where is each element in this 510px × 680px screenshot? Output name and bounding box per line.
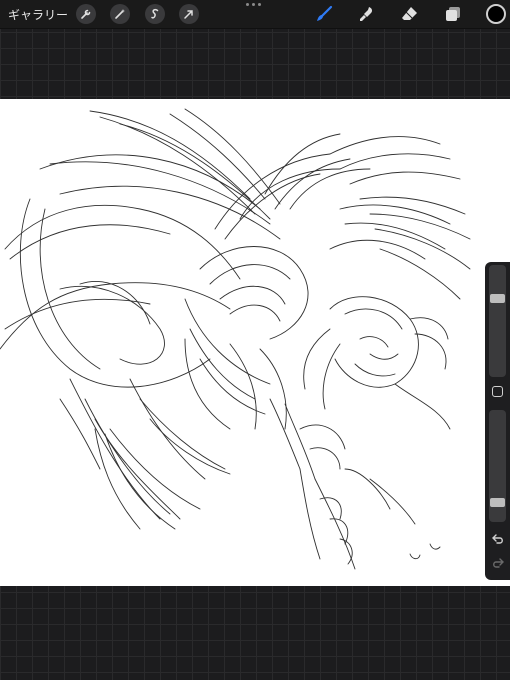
redo-icon[interactable]: [491, 556, 505, 570]
sketch-drawing: [0, 108, 471, 570]
brush-size-slider[interactable]: [489, 265, 506, 377]
wrench-icon[interactable]: [76, 4, 96, 24]
color-picker-swatch[interactable]: [486, 4, 506, 24]
top-toolbar: ギャラリー: [0, 0, 510, 29]
drawing-canvas[interactable]: [0, 99, 510, 586]
eraser-icon[interactable]: [399, 3, 421, 25]
toolbar-handle[interactable]: [246, 3, 261, 6]
brush-icon[interactable]: [313, 3, 335, 25]
brush-sidebar: [485, 262, 510, 580]
modify-button[interactable]: [492, 386, 503, 397]
brush-size-slider-thumb[interactable]: [490, 293, 505, 303]
smudge-icon[interactable]: [356, 3, 378, 25]
gallery-button[interactable]: ギャラリー: [8, 6, 68, 23]
layers-icon[interactable]: [442, 3, 464, 25]
transform-arrow-icon[interactable]: [179, 4, 199, 24]
magic-wand-icon[interactable]: [110, 4, 130, 24]
selection-icon[interactable]: [145, 4, 165, 24]
undo-icon[interactable]: [491, 532, 505, 546]
opacity-slider[interactable]: [489, 410, 506, 522]
opacity-slider-thumb[interactable]: [490, 497, 505, 507]
